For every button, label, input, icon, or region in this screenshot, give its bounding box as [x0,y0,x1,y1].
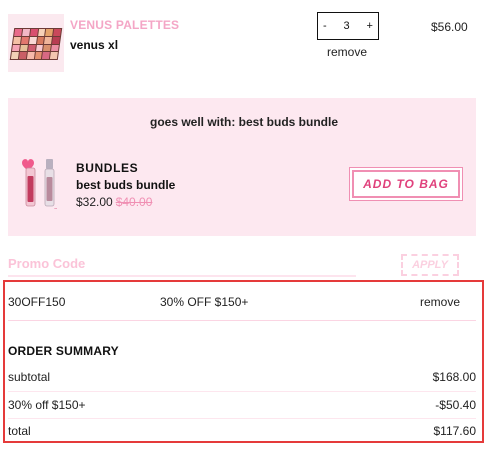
product-thumbnail[interactable] [8,14,64,72]
quantity-decrement-button[interactable]: - [323,20,327,32]
applied-promo-code: 30OFF150 [8,295,66,309]
apply-promo-button[interactable]: APPLY [401,254,459,276]
product-brand[interactable]: VENUS PALETTES [70,18,179,32]
subtotal-value: $168.00 [432,370,476,384]
upsell-title: goes well with: best buds bundle [149,115,338,129]
total-value: $117.60 [433,424,477,438]
subtotal-label: subtotal [8,370,51,384]
discount-value: -$50.40 [435,398,476,412]
bundle-original-price: $40.00 [115,195,153,209]
lip-bundle-icon: ~ [22,159,57,211]
add-to-bag-button[interactable]: ADD TO BAG [352,170,460,198]
product-name[interactable]: venus xl [70,38,118,52]
svg-text:~: ~ [54,206,57,211]
bundle-product-image[interactable]: ~ [16,154,66,212]
total-label: total [8,424,31,438]
quantity-increment-button[interactable]: + [367,20,373,32]
quantity-value[interactable]: 3 [344,20,350,32]
bundle-price: $32.00 $40.00 [76,195,152,209]
promo-divider [8,320,476,321]
applied-promo-description: 30% OFF $150+ [160,295,249,309]
bundle-category: BUNDLES [76,161,139,175]
summary-divider [8,418,476,419]
item-price: $56.00 [431,20,468,34]
order-summary-title: ORDER SUMMARY [8,344,119,358]
bundle-sale-price: $32.00 [76,195,113,209]
discount-label: 30% off $150+ [8,398,86,412]
promo-code-input[interactable] [8,275,356,277]
bundle-name[interactable]: best buds bundle [76,178,175,192]
palette-image [9,28,63,60]
summary-divider [8,391,476,392]
quantity-stepper: - 3 + [317,12,379,40]
promo-code-label: Promo Code [8,256,86,271]
remove-promo-link[interactable]: remove [420,295,460,309]
remove-item-link[interactable]: remove [327,45,367,59]
